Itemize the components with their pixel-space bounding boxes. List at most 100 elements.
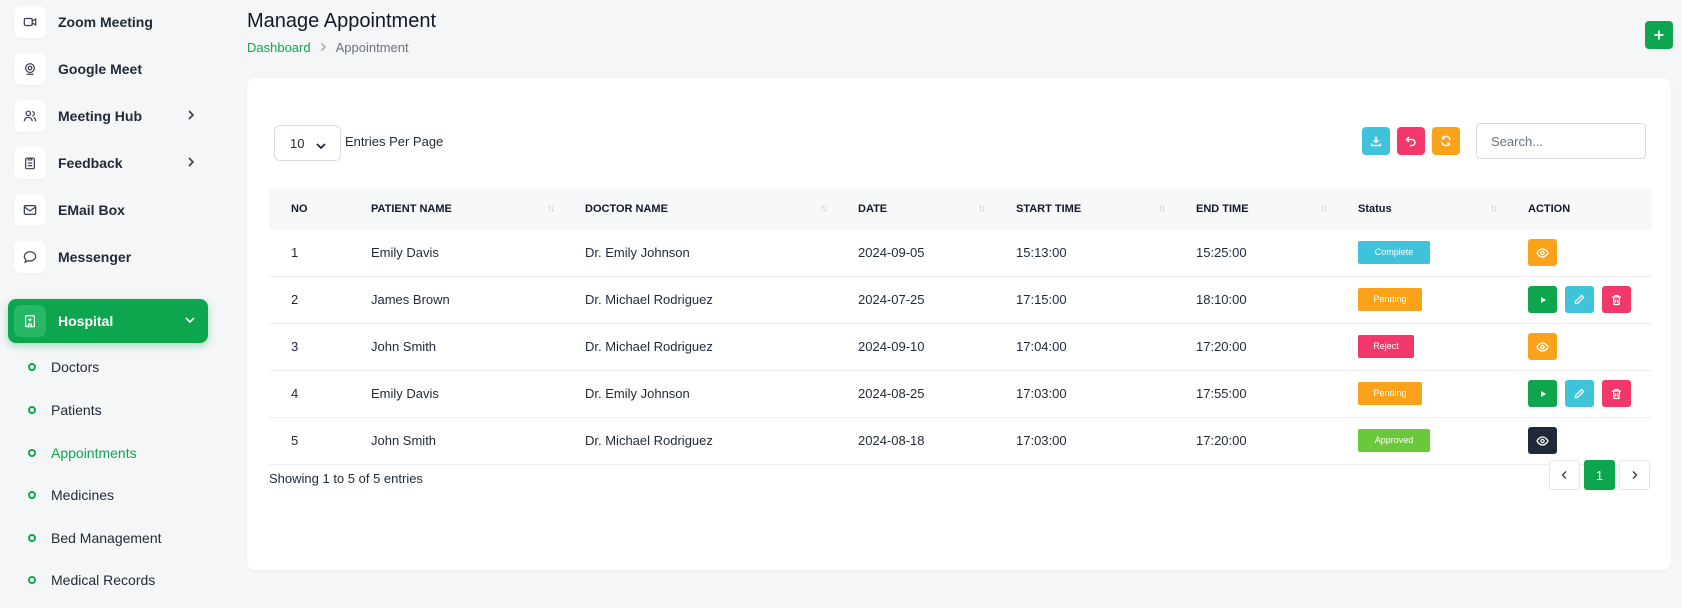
column-header-label: END TIME [1196,203,1249,215]
sidebar-item-email-box[interactable]: EMail Box [8,188,208,232]
sidebar-subitem-patients[interactable]: Patients [28,398,102,422]
refresh-icon [1441,135,1451,147]
cell-end-time: 18:10:00 [1174,276,1336,324]
sidebar-item-label: Google Meet [58,61,143,77]
cell-no: 2 [269,276,349,324]
sidebar-item-messenger[interactable]: Messenger [8,235,208,279]
chevron-down-icon [315,139,327,154]
column-header-doctor-name[interactable]: DOCTOR NAME ↑↓ [563,188,836,230]
add-appointment-button[interactable] [1645,21,1673,49]
cell-action [1506,323,1652,371]
plus-icon [1654,30,1664,40]
entries-per-page-select[interactable]: 10 [274,125,341,161]
sidebar-item-hospital[interactable]: Hospital [8,299,208,343]
eye-icon [1536,435,1549,446]
sidebar-item-feedback[interactable]: Feedback [8,141,208,185]
cell-status: Pending [1336,276,1506,324]
cell-start-time: 17:04:00 [994,323,1174,371]
column-header-action: ACTION [1506,188,1652,230]
cell-end-time: 17:20:00 [1174,323,1336,371]
column-header-label: NO [291,203,308,215]
entries-per-page-value: 10 [290,135,305,151]
cell-doctor-name: Dr. Michael Rodriguez [563,276,836,324]
pagination-page-button[interactable]: 1 [1584,460,1615,490]
sidebar-item-meeting-hub[interactable]: Meeting Hub [8,94,208,138]
sidebar-subitem-medical-records[interactable]: Medical Records [28,568,155,592]
sidebar-item-zoom-meeting[interactable]: Zoom Meeting [8,0,208,44]
column-header-no[interactable]: NO [269,188,349,230]
sidebar-subitem-label: Patients [51,402,102,418]
delete-button[interactable] [1602,286,1631,313]
column-header-label: PATIENT NAME [371,203,452,215]
eye-icon [1536,341,1549,352]
start-button[interactable] [1528,286,1557,313]
view-button[interactable] [1528,427,1557,454]
status-badge: Pending [1358,382,1422,405]
view-button[interactable] [1528,239,1557,267]
appointments-table: NO PATIENT NAME ↑↓ DOCTOR NAME ↑↓ DATE ↑↓ S… [269,188,1652,465]
sidebar-subitem-appointments[interactable]: Appointments [28,441,137,465]
column-header-label: Status [1358,203,1392,215]
sidebar-item-google-meet[interactable]: Google Meet [8,47,208,91]
start-button[interactable] [1528,380,1557,407]
edit-button[interactable] [1565,286,1594,313]
download-button[interactable] [1362,127,1390,155]
view-button[interactable] [1528,333,1557,360]
undo-button[interactable] [1397,127,1425,155]
table-row: 1 Emily Davis Dr. Emily Johnson 2024-09-… [269,230,1652,277]
sidebar-item-label: Messenger [58,249,132,265]
entries-per-page-label: Entries Per Page [345,134,444,149]
cell-date: 2024-08-18 [836,417,994,465]
chevron-right-icon [1632,471,1638,479]
chevron-left-icon [1561,471,1567,479]
bullet-icon [28,406,36,414]
edit-button[interactable] [1565,380,1594,407]
status-badge: Pending [1358,288,1422,311]
pagination-info: Showing 1 to 5 of 5 entries [269,471,423,486]
pagination-prev-button[interactable] [1549,460,1580,490]
sidebar-subitem-label: Medicines [51,487,115,503]
delete-button[interactable] [1602,380,1631,407]
cell-patient-name: Emily Davis [349,370,563,418]
trash-icon [1612,294,1621,305]
column-header-status[interactable]: Status ↑↓ [1336,188,1506,230]
cell-date: 2024-09-05 [836,230,994,277]
sidebar-subitem-label: Doctors [51,359,100,375]
sidebar-subitem-doctors[interactable]: Doctors [28,355,99,379]
cell-date: 2024-09-10 [836,323,994,371]
cell-doctor-name: Dr. Michael Rodriguez [563,323,836,371]
cell-doctor-name: Dr. Michael Rodriguez [563,417,836,465]
column-header-end-time[interactable]: END TIME ↑↓ [1174,188,1336,230]
chat-icon [14,241,46,273]
download-icon [1370,136,1382,147]
cell-doctor-name: Dr. Emily Johnson [563,230,836,277]
column-header-start-time[interactable]: START TIME ↑↓ [994,188,1174,230]
status-badge: Complete [1358,241,1430,265]
cell-patient-name: John Smith [349,417,563,465]
sort-icon: ↑↓ [1320,203,1328,214]
breadcrumb-home-link[interactable]: Dashboard [247,40,311,55]
column-header-date[interactable]: DATE ↑↓ [836,188,994,230]
sidebar-subitem-medicines[interactable]: Medicines [28,483,114,507]
play-icon [1540,390,1546,397]
refresh-button[interactable] [1432,127,1460,155]
pagination-next-button[interactable] [1619,460,1650,490]
trash-icon [1612,388,1621,399]
sidebar-item-label: Zoom Meeting [58,14,153,30]
cell-status: Reject [1336,323,1506,371]
sidebar-item-label: EMail Box [58,202,125,218]
eye-icon [1536,248,1549,258]
sidebar-subitem-bed-management[interactable]: Bed Management [28,526,162,550]
table-row: 2 James Brown Dr. Michael Rodriguez 2024… [269,276,1652,324]
video-icon [14,6,46,38]
cell-date: 2024-08-25 [836,370,994,418]
sidebar-subitem-label: Bed Management [51,530,162,546]
column-header-patient-name[interactable]: PATIENT NAME ↑↓ [349,188,563,230]
chevron-down-icon [184,313,196,332]
sidebar-item-label: Hospital [58,313,114,329]
bullet-icon [28,491,36,499]
column-header-label: DATE [858,203,888,215]
bullet-icon [28,576,36,584]
cell-status: Approved [1336,417,1506,465]
search-input[interactable] [1476,123,1646,159]
